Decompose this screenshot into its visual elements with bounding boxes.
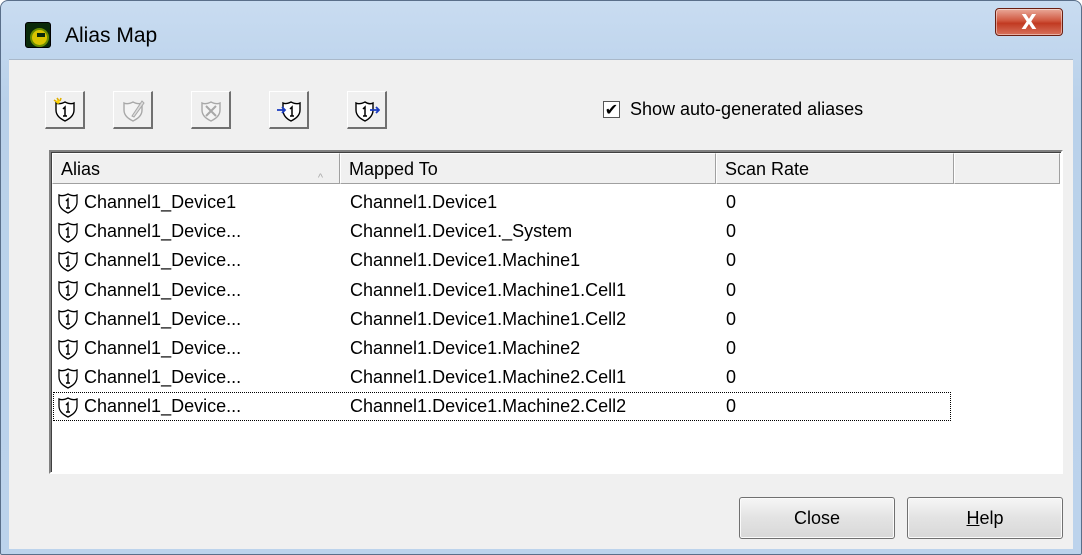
mapped-to-cell: Channel1.Device1.Machine2 [350,338,581,358]
scan-rate-cell: 0 [726,221,737,242]
alias-cell: Channel1_Device... [53,308,341,331]
import-alias-icon [276,100,301,122]
mapped-to-cell: Channel1.Device1.Machine2.Cell2 [350,396,627,417]
delete-alias-button[interactable] [191,91,231,129]
delete-alias-icon [200,100,221,122]
mapped-to-cell: Channel1.Device1 [350,192,498,212]
mapped-to-cell: Channel1.Device1.Machine1.Cell1 [350,279,627,300]
close-window-button[interactable]: X [995,8,1063,36]
alias-cell: Channel1_Device... [53,221,341,243]
table-row[interactable]: Channel1_Device1 Channel1.Device1 0 [53,188,923,217]
edit-alias-button[interactable] [113,91,153,129]
mapped-to-cell: Channel1.Device1.Machine2.Cell1 [350,367,627,388]
table-row[interactable]: Channel1_Device... Channel1.Device1.Machi… [53,334,923,363]
alias-cell: Channel1_Device... [53,338,341,360]
edit-alias-icon [122,99,145,122]
alias-shield-icon [58,338,78,360]
list-header: Alias ^ Mapped To Scan Rate [52,153,1060,184]
column-header-label: Mapped To [349,159,438,179]
scan-rate-cell: 0 [726,308,737,329]
alias-text: Channel1_Device... [84,221,242,242]
alias-cell: Channel1_Device... [53,396,341,418]
alias-cell: Channel1_Device1 [53,192,341,214]
alias-cell: Channel1_Device... [53,279,341,301]
table-row[interactable]: Channel1_Device... Channel1.Device1.Machi… [53,276,923,305]
alias-shield-icon [58,367,78,389]
scan-rate-cell: 0 [726,396,737,417]
alias-text: Channel1_Device1 [84,192,237,212]
app-icon [25,22,51,48]
column-header-label: Alias [61,159,101,179]
column-header-mapped-to[interactable]: Mapped To [340,153,716,184]
alias-shield-icon [58,397,78,418]
new-alias-icon [53,97,75,122]
close-button[interactable]: Close [739,497,895,539]
import-alias-button[interactable] [269,91,309,129]
show-auto-generated-label: Show auto-generated aliases [630,99,864,119]
show-auto-generated-checkbox[interactable]: ✔ [603,101,620,118]
column-header-scan-rate[interactable]: Scan Rate [716,153,954,184]
alias-text: Channel1_Device... [84,396,242,417]
table-row[interactable]: Channel1_Device... Channel1.Device1.Machi… [53,246,923,275]
table-row[interactable]: Channel1_Device... Channel1.Device1.Machi… [53,305,923,334]
help-button[interactable]: Help [907,497,1063,539]
alias-cell: Channel1_Device... [53,367,341,389]
alias-shield-icon [58,280,78,301]
help-label-rest: elp [979,508,1004,528]
alias-map-dialog: Alias Map X ✔ Show auto-generated aliase… [0,0,1082,555]
export-alias-button[interactable] [347,91,387,129]
help-accelerator: H [966,508,980,528]
table-row[interactable]: Channel1_Device... Channel1.Device1.Machi… [53,363,923,392]
window-title: Alias Map [65,24,158,47]
table-row[interactable]: Channel1_Device... Channel1.Device1.Machi… [53,392,951,422]
alias-text: Channel1_Device... [84,250,242,271]
alias-text: Channel1_Device... [84,367,242,388]
alias-list[interactable]: Alias ^ Mapped To Scan Rate Channel1_Dev… [49,150,1063,474]
column-header-alias[interactable]: Alias ^ [52,153,340,184]
alias-text: Channel1_Device... [84,279,242,300]
alias-text: Channel1_Device... [84,308,242,329]
alias-cell: Channel1_Device... [53,250,341,272]
dialog-client-area: ✔ Show auto-generated aliases Alias ^ Ma… [9,59,1073,549]
scan-rate-cell: 0 [726,192,737,212]
scan-rate-cell: 0 [726,338,737,358]
column-header-label: Scan Rate [725,159,810,179]
mapped-to-cell: Channel1.Device1._System [350,221,573,242]
scan-rate-cell: 0 [726,279,737,300]
export-alias-icon [354,100,380,122]
show-auto-generated-aliases-option[interactable]: ✔ Show auto-generated aliases [603,99,863,120]
alias-shield-icon [58,192,78,214]
scan-rate-cell: 0 [726,367,737,388]
table-row[interactable]: Channel1_Device... Channel1.Device1._Syst… [53,217,923,246]
alias-shield-icon [58,251,78,272]
mapped-to-cell: Channel1.Device1.Machine1 [350,250,581,271]
column-header-empty[interactable] [954,153,1060,184]
new-alias-button[interactable] [45,91,85,129]
alias-text: Channel1_Device... [84,338,242,358]
title-bar[interactable]: Alias Map X [1,1,1081,55]
mapped-to-cell: Channel1.Device1.Machine1.Cell2 [350,308,627,329]
alias-shield-icon [58,309,78,331]
scan-rate-cell: 0 [726,250,737,271]
alias-shield-icon [58,221,78,243]
